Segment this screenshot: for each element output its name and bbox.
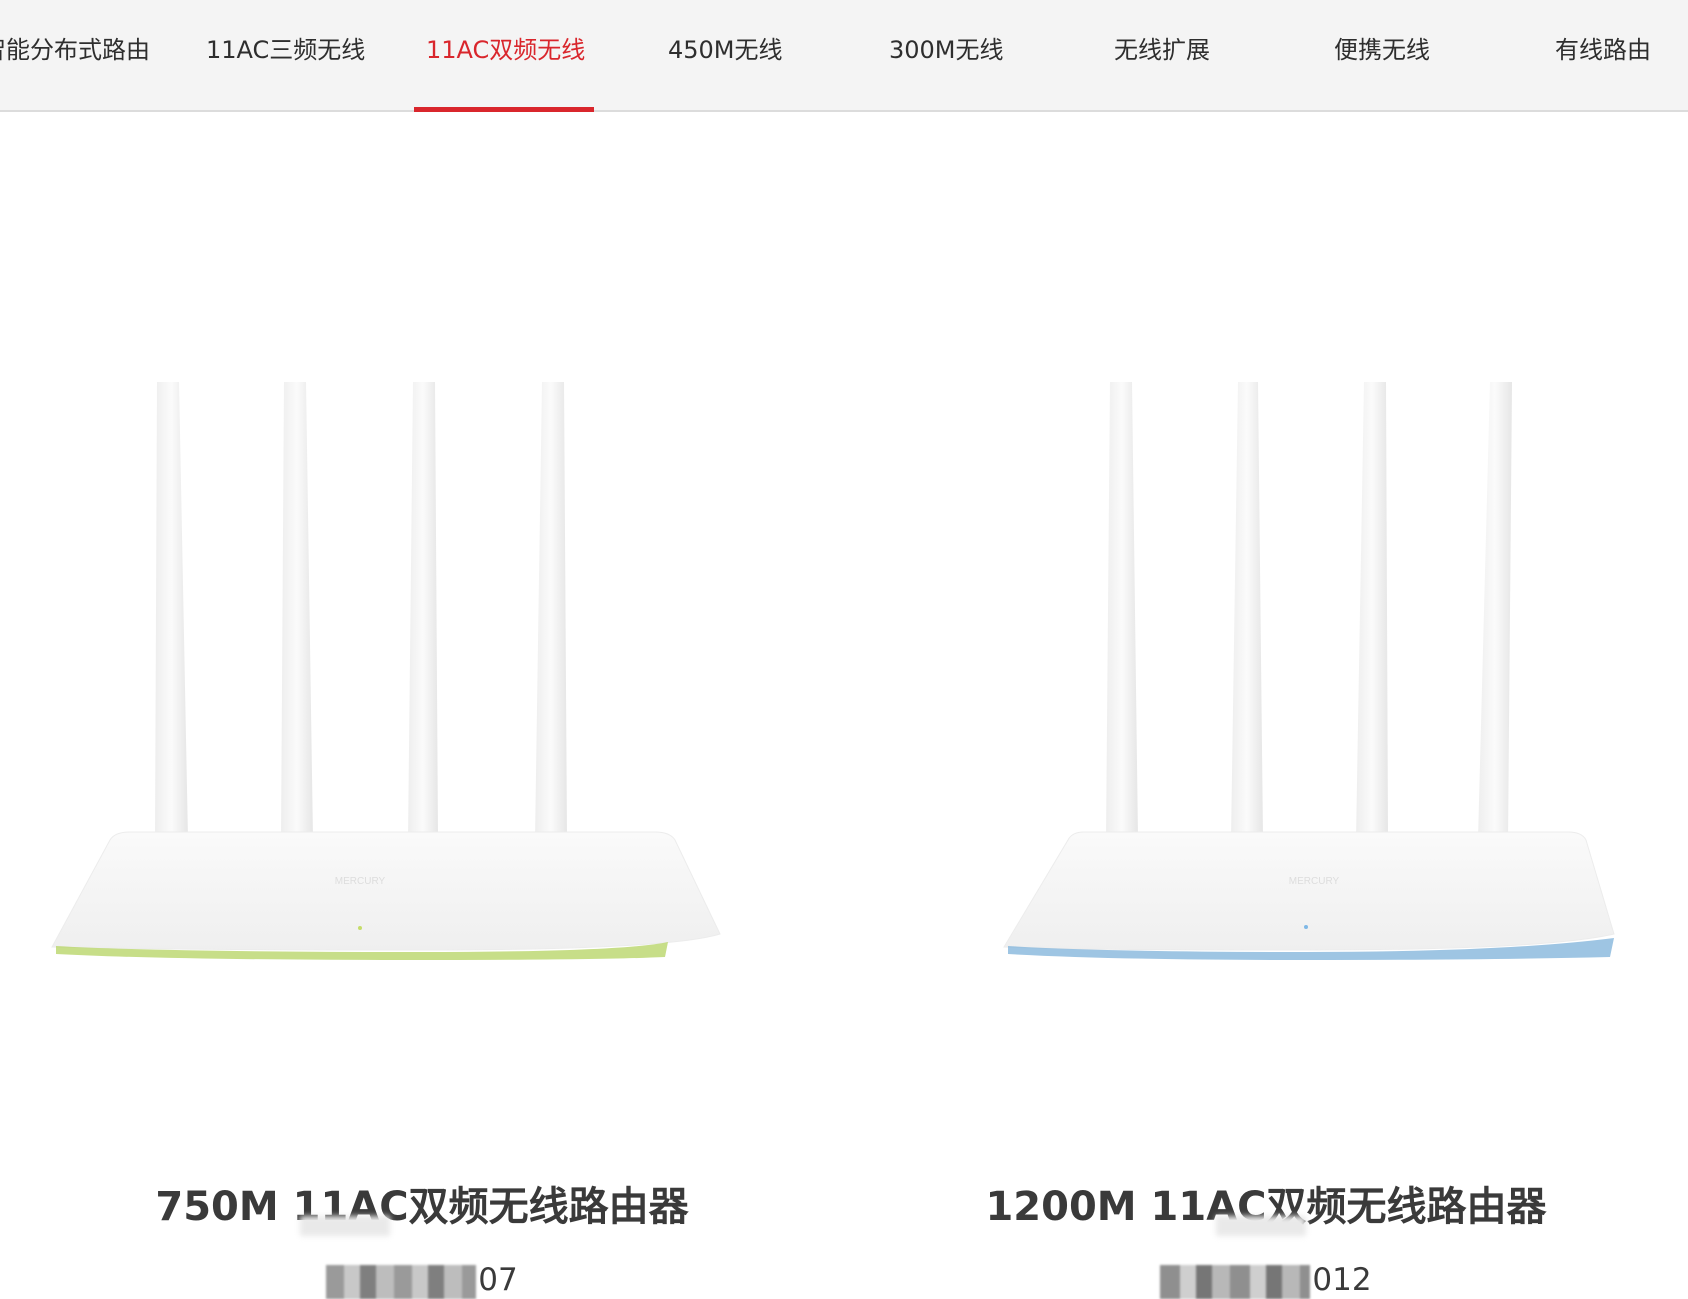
tab-300m-wireless[interactable]: 300M无线	[889, 0, 1004, 110]
tab-wired-router[interactable]: 有线路由	[1555, 0, 1651, 110]
router-image[interactable]: MERCURY	[844, 112, 1688, 1012]
category-navbar: 智能分布式路由 11AC三频无线 11AC双频无线 450M无线 300M无线 …	[0, 0, 1688, 112]
product-title[interactable]: 750M 11AC双频无线路由器	[0, 1174, 844, 1232]
router-image[interactable]: MERCURY	[0, 112, 844, 1012]
redacted-model-prefix	[1160, 1264, 1311, 1299]
product-model: 07	[0, 1262, 844, 1299]
product-card[interactable]: MERCURY 750M 11AC双频无线路由器 07	[0, 112, 844, 1299]
brand-logo: MERCURY	[1289, 876, 1340, 887]
tab-wireless-extender[interactable]: 无线扩展	[1114, 0, 1210, 110]
redaction-mask	[1216, 1216, 1306, 1236]
tab-11ac-dual-band[interactable]: 11AC双频无线	[426, 0, 585, 110]
redaction-mask	[300, 1216, 390, 1236]
antennas	[155, 382, 567, 840]
tab-portable-wireless[interactable]: 便携无线	[1334, 0, 1430, 110]
brand-logo: MERCURY	[335, 876, 386, 887]
tab-450m-wireless[interactable]: 450M无线	[668, 0, 783, 110]
model-suffix: 07	[478, 1262, 518, 1298]
redacted-model-prefix	[326, 1264, 477, 1299]
antennas	[1106, 382, 1512, 840]
product-card[interactable]: MERCURY 1200M 11AC双频无线路由器 012	[844, 112, 1688, 1299]
tab-distributed-router[interactable]: 智能分布式路由	[0, 0, 150, 110]
product-model: 012	[844, 1262, 1688, 1299]
model-suffix: 012	[1312, 1262, 1372, 1298]
tab-11ac-tri-band[interactable]: 11AC三频无线	[206, 0, 365, 110]
